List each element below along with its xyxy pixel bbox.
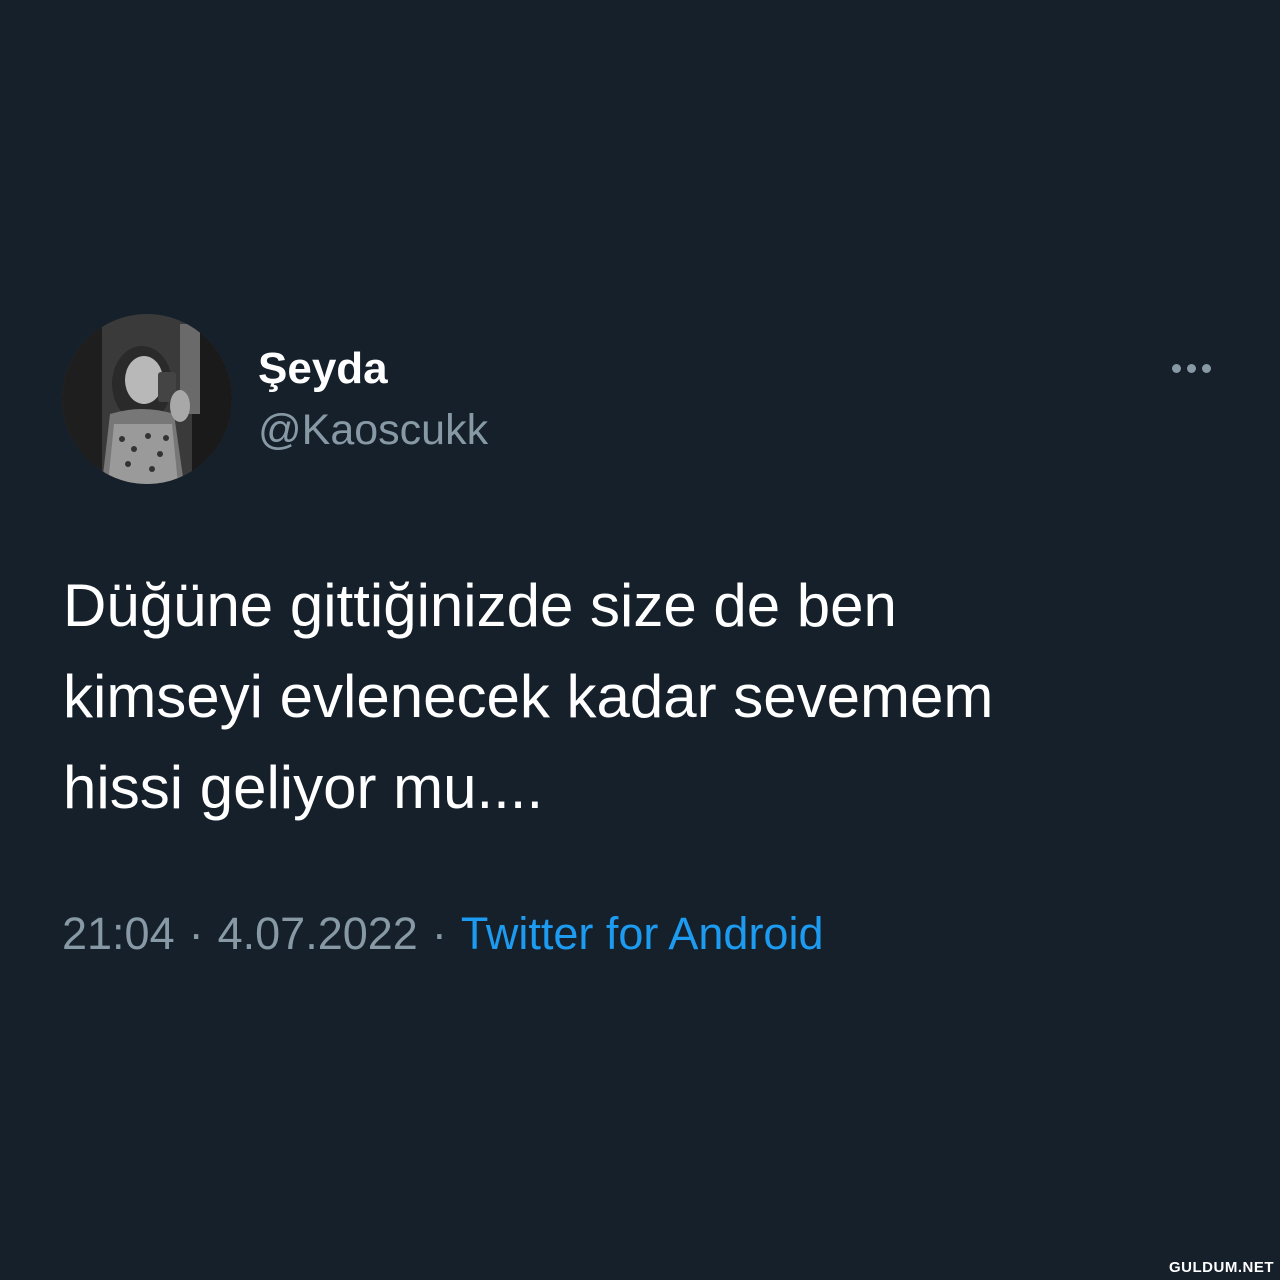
more-horizontal-icon [1186,363,1196,373]
meta-separator: · [431,908,447,959]
tweet-text-line: kimseyi evlenecek kadar sevemem [63,663,994,730]
avatar[interactable] [62,314,232,484]
more-horizontal-icon [1171,363,1181,373]
avatar-photo [62,314,232,484]
more-options-button[interactable] [1160,350,1222,386]
tweet-text-line: Düğüne gittiğinizde size de ben [63,572,897,639]
meta-separator: · [188,908,204,959]
watermark: GULDUM.NET [1169,1259,1274,1276]
tweet-text-line: hissi geliyor mu.... [63,754,544,821]
tweet-meta: 21:04 · 4.07.2022 · Twitter for Android [62,904,824,964]
author-display-name[interactable]: Şeyda [258,343,388,395]
tweet-card: Şeyda @Kaoscukk Düğüne gittiğinizde size… [0,0,1280,1280]
tweet-source-link[interactable]: Twitter for Android [461,908,824,959]
author-handle[interactable]: @Kaoscukk [258,404,488,456]
tweet-text: Düğüne gittiğinizde size de ben kimseyi … [63,560,1223,833]
more-horizontal-icon [1201,363,1211,373]
tweet-time[interactable]: 21:04 [62,908,175,959]
tweet-date[interactable]: 4.07.2022 [218,908,418,959]
